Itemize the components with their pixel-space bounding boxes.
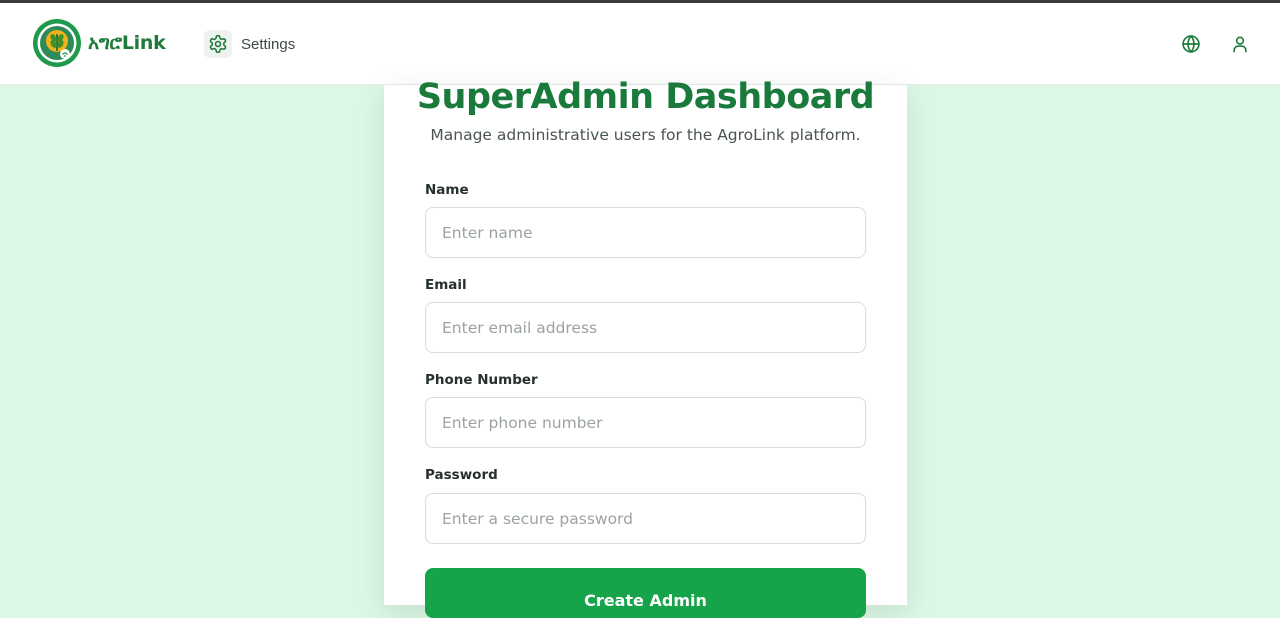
password-input[interactable] [425, 493, 866, 544]
name-input[interactable] [425, 207, 866, 258]
nav-settings[interactable]: Settings [204, 29, 295, 59]
phone-label: Phone Number [425, 372, 538, 388]
globe-icon[interactable] [1181, 34, 1201, 54]
page-title: SuperAdmin Dashboard [416, 77, 875, 117]
email-label: Email [425, 277, 467, 293]
password-label: Password [425, 467, 498, 483]
top-navbar: አግሮLink Settings [0, 3, 1280, 85]
nav-settings-label: Settings [241, 35, 296, 53]
page-subtitle: Manage administrative users for the Agro… [430, 126, 861, 144]
create-admin-button[interactable]: Create Admin [425, 568, 866, 618]
gear-icon [204, 30, 232, 58]
brand-name[interactable]: አግሮLink [88, 32, 166, 54]
agrolink-logo[interactable] [32, 18, 82, 68]
phone-input[interactable] [425, 397, 866, 448]
name-label: Name [425, 182, 469, 198]
user-icon[interactable] [1230, 34, 1250, 54]
create-admin-card: SuperAdmin Dashboard Manage administrati… [384, 77, 907, 618]
email-input[interactable] [425, 302, 866, 353]
